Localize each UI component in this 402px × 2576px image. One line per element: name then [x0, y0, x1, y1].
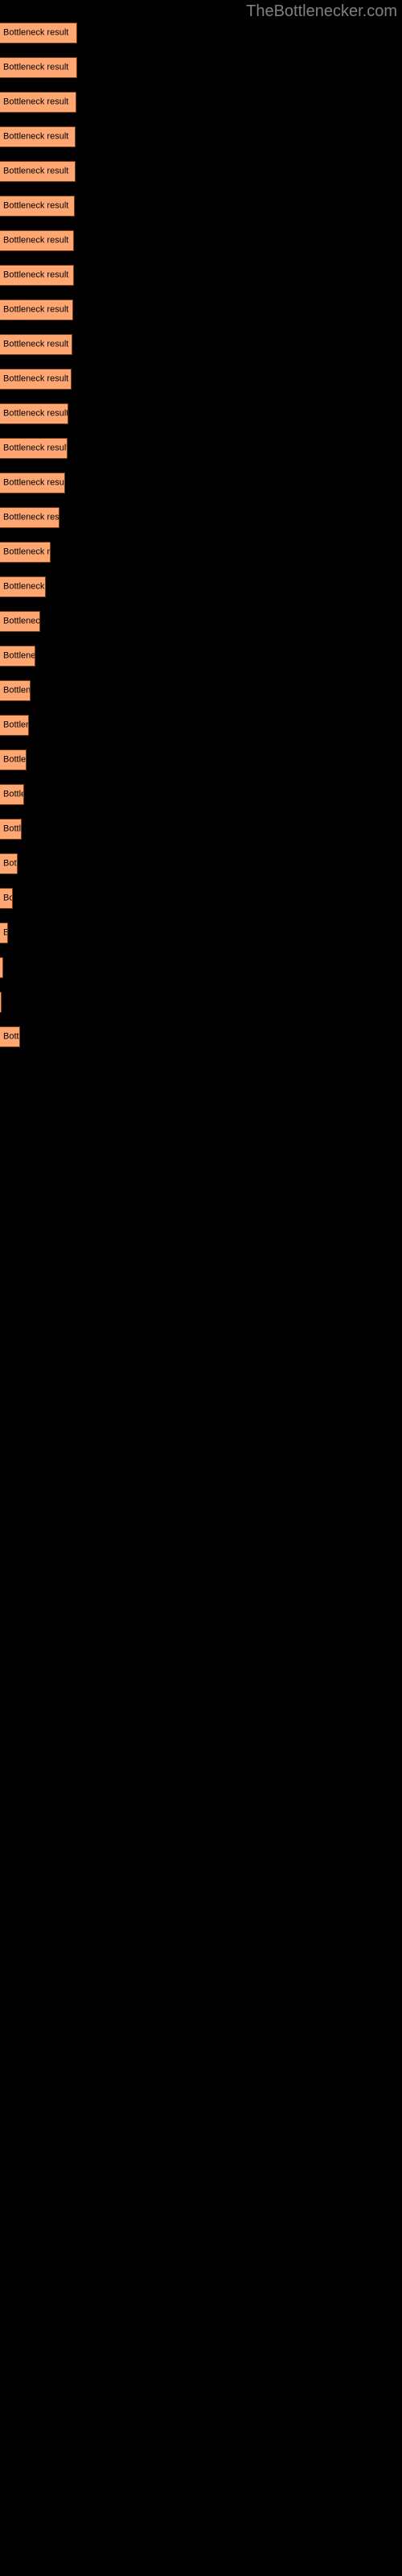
- bar-segment[interactable]: Bottleneck result: [0, 265, 74, 286]
- bar-row: Bottleneck result: [0, 438, 402, 459]
- bar-row: Bottleneck result: [0, 853, 402, 874]
- bar-segment[interactable]: Bottleneck result: [0, 299, 73, 320]
- bar-row: Bottleneck result: [0, 749, 402, 770]
- bar-segment[interactable]: Bottleneck result: [0, 784, 24, 805]
- bar-segment[interactable]: Bottleneck result: [0, 196, 75, 217]
- bar-segment[interactable]: Bottleneck result: [0, 438, 68, 459]
- bar-label: Bottleneck result: [3, 512, 59, 522]
- bar-row: Bottleneck result: [0, 992, 402, 1013]
- site-watermark: TheBottlenecker.com: [246, 2, 397, 20]
- bar-label: Bottleneck result: [3, 443, 68, 453]
- bar-label: Bottleneck result: [3, 304, 69, 315]
- bar-row: Bottleneck result: [0, 646, 402, 667]
- bar-segment[interactable]: Bottleneck result: [0, 23, 77, 43]
- bar-row: Bottleneck result: [0, 611, 402, 632]
- bar-label: Bottleneck result: [3, 858, 17, 869]
- bar-label: Bottleneck result: [3, 547, 51, 557]
- bar-label: Bottleneck result: [3, 581, 45, 592]
- bar-label: Bottleneck result: [3, 97, 69, 107]
- bar-label: Bottleneck result: [3, 616, 40, 626]
- bar-label: Bottleneck result: [3, 235, 69, 246]
- bar-segment[interactable]: Bottleneck result: [0, 923, 8, 943]
- bar-label: Bottleneck result: [3, 339, 69, 349]
- bar-row: Bottleneck result: [0, 161, 402, 182]
- bar-row: Bottleneck result: [0, 126, 402, 147]
- bar-label: Bottleneck result: [3, 1031, 20, 1042]
- bar-label: Bottleneck result: [3, 408, 68, 419]
- bar-row: Bottleneck result: [0, 57, 402, 78]
- bar-segment[interactable]: Bottleneck result: [0, 369, 72, 390]
- bar-segment[interactable]: Bottleneck result: [0, 992, 2, 1013]
- bar-segment[interactable]: Bottleneck result: [0, 1026, 20, 1047]
- bar-row: Bottleneck result: [0, 334, 402, 355]
- bar-segment[interactable]: Bottleneck result: [0, 715, 29, 736]
- bar-segment[interactable]: Bottleneck result: [0, 403, 68, 424]
- bar-row: Bottleneck result: [0, 923, 402, 943]
- bar-segment[interactable]: Bottleneck result: [0, 473, 65, 493]
- bar-label: Bottleneck result: [3, 789, 23, 799]
- bar-row: Bottleneck result: [0, 507, 402, 528]
- bar-segment[interactable]: Bottleneck result: [0, 57, 77, 78]
- bar-row: Bottleneck result: [0, 1026, 402, 1047]
- bar-label: Bottleneck result: [3, 477, 65, 488]
- bar-label: Bottleneck result: [3, 166, 69, 176]
- bar-row: Bottleneck result: [0, 23, 402, 43]
- bar-segment[interactable]: Bottleneck result: [0, 957, 3, 978]
- bar-row: Bottleneck result: [0, 819, 402, 840]
- bar-row: Bottleneck result: [0, 784, 402, 805]
- bar-row: Bottleneck result: [0, 369, 402, 390]
- bar-segment[interactable]: Bottleneck result: [0, 92, 76, 113]
- bar-segment[interactable]: Bottleneck result: [0, 576, 46, 597]
- bar-row: Bottleneck result: [0, 542, 402, 563]
- bar-row: Bottleneck result: [0, 888, 402, 909]
- bar-row: Bottleneck result: [0, 576, 402, 597]
- bar-row: Bottleneck result: [0, 299, 402, 320]
- bar-label: Bottleneck result: [3, 62, 69, 72]
- bar-label: Bottleneck result: [3, 754, 27, 765]
- bar-label: Bottleneck result: [3, 928, 7, 939]
- bar-row: Bottleneck result: [0, 92, 402, 113]
- bar-segment[interactable]: Bottleneck result: [0, 819, 22, 840]
- bar-label: Bottleneck result: [3, 685, 31, 696]
- bar-row: Bottleneck result: [0, 230, 402, 251]
- bar-row: Bottleneck result: [0, 473, 402, 493]
- bar-row: Bottleneck result: [0, 715, 402, 736]
- bar-segment[interactable]: Bottleneck result: [0, 888, 13, 909]
- bar-row: Bottleneck result: [0, 196, 402, 217]
- bar-segment[interactable]: Bottleneck result: [0, 749, 27, 770]
- bar-row: Bottleneck result: [0, 403, 402, 424]
- bar-row: Bottleneck result: [0, 265, 402, 286]
- bar-segment[interactable]: Bottleneck result: [0, 680, 31, 701]
- bar-segment[interactable]: Bottleneck result: [0, 853, 18, 874]
- bar-row: Bottleneck result: [0, 680, 402, 701]
- bar-segment[interactable]: Bottleneck result: [0, 230, 74, 251]
- bar-label: Bottleneck result: [3, 131, 69, 142]
- bar-segment[interactable]: Bottleneck result: [0, 334, 72, 355]
- bar-row: Bottleneck result: [0, 957, 402, 978]
- bar-label: Bottleneck result: [3, 200, 69, 211]
- bar-label: Bottleneck result: [3, 270, 69, 280]
- bar-label: Bottleneck result: [3, 720, 28, 730]
- bar-segment[interactable]: Bottleneck result: [0, 611, 40, 632]
- bar-segment[interactable]: Bottleneck result: [0, 161, 76, 182]
- bar-segment[interactable]: Bottleneck result: [0, 126, 76, 147]
- bottleneck-bar-chart: TheBottlenecker.com Bottleneck result Bot…: [0, 0, 402, 2576]
- bar-label: Bottleneck result: [3, 893, 12, 903]
- bar-segment[interactable]: Bottleneck result: [0, 542, 51, 563]
- bar-segment[interactable]: Bottleneck result: [0, 646, 35, 667]
- bar-label: Bottleneck result: [3, 650, 35, 661]
- bar-label: Bottleneck result: [3, 374, 69, 384]
- bar-label: Bottleneck result: [3, 27, 69, 38]
- bar-segment[interactable]: Bottleneck result: [0, 507, 59, 528]
- bar-label: Bottleneck result: [3, 824, 22, 834]
